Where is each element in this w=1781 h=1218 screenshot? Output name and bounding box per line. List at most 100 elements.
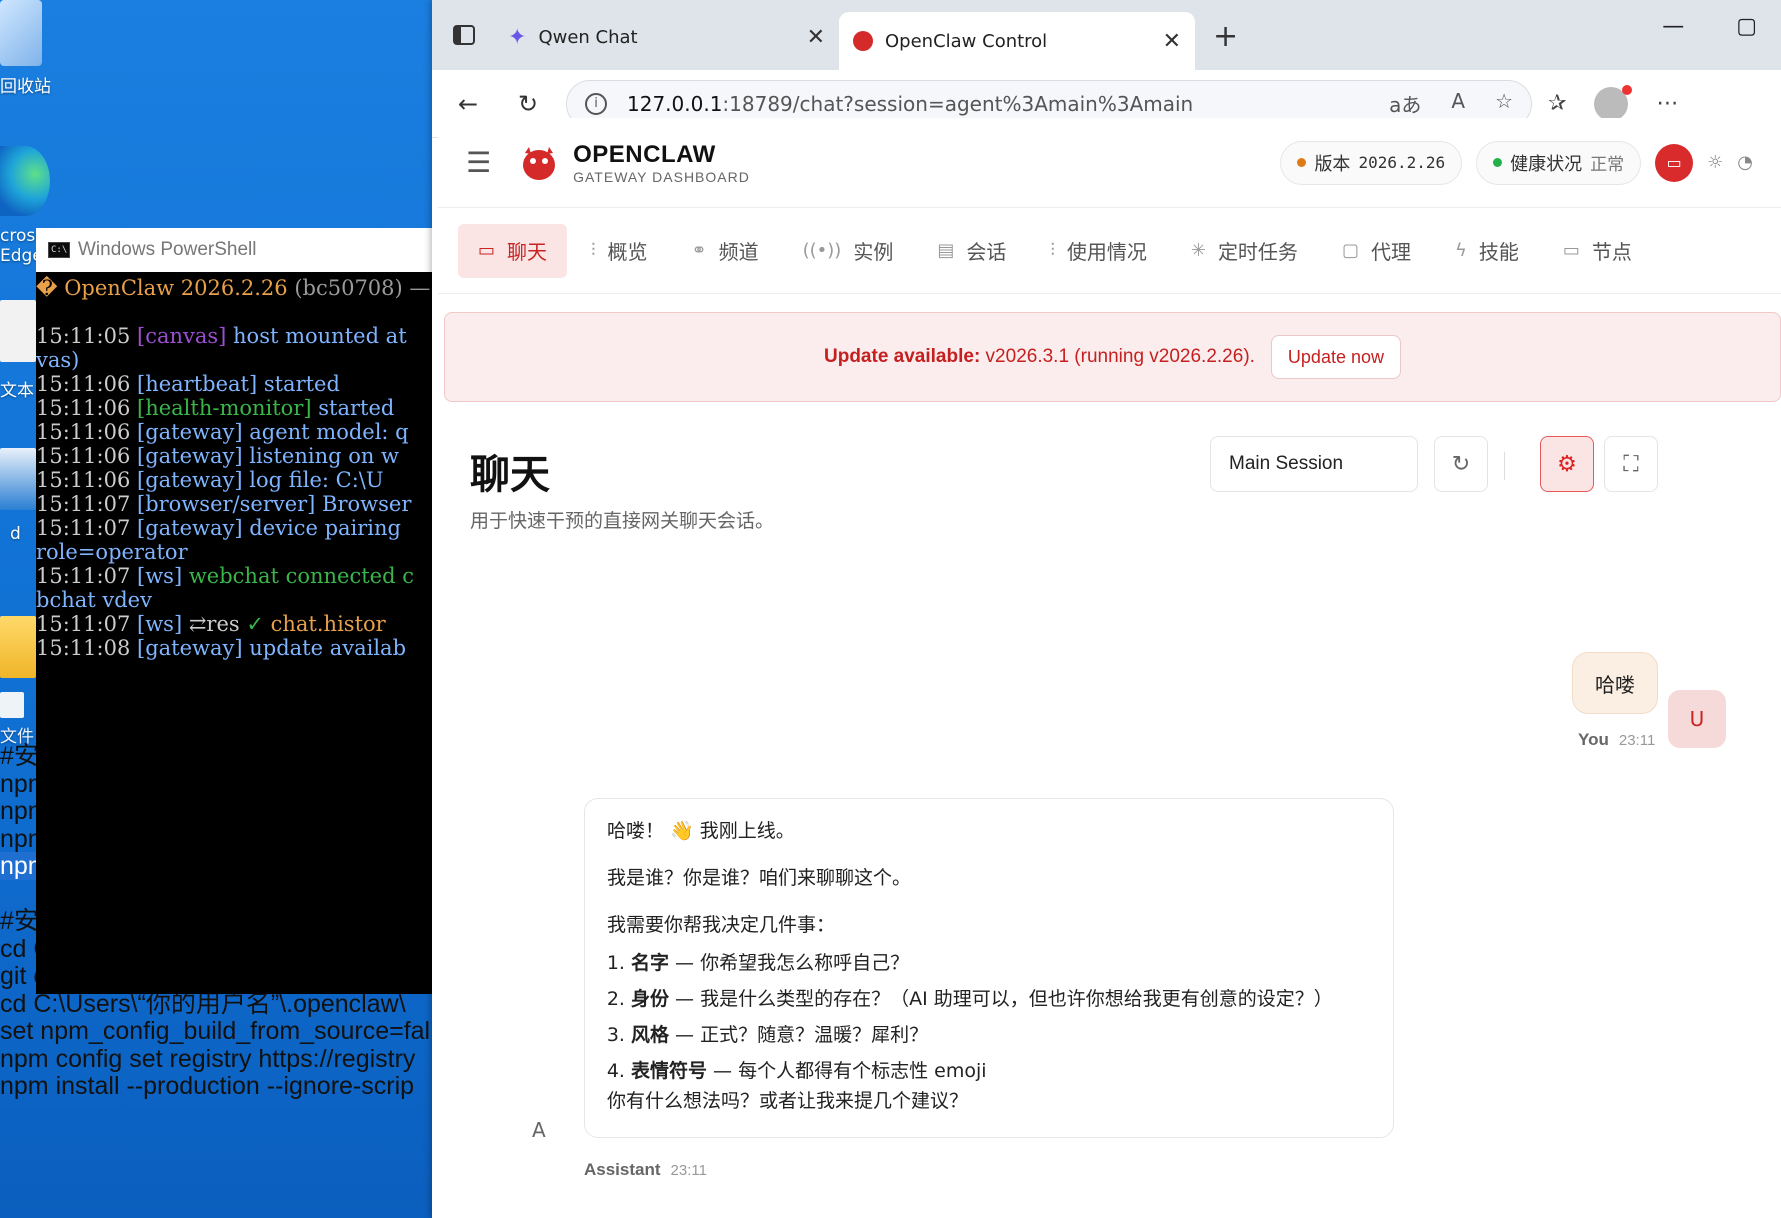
assistant-paragraph: 我需要你帮我决定几件事： [607,914,836,936]
theme-sun-icon[interactable]: ☼ [1707,152,1723,173]
theme-moon-icon[interactable]: ◔ [1737,152,1753,173]
console-segment: ⇄res [182,612,247,636]
user-time: 23:11 [1618,732,1656,749]
console-line: 15:11:08 [gateway] update availab [36,636,432,660]
folder-icon: ▢ [1341,240,1359,261]
favorite-star-icon[interactable]: ☆ [1495,89,1513,118]
console-segment: [gateway] agent model: q [137,420,409,444]
version-pill: 版本 2026.2.26 [1280,140,1463,185]
desktop-icon-label: 回收站 [0,77,51,97]
assistant-paragraph: 哈喽！ 👋 我刚上线。 [607,820,795,842]
translate-icon[interactable]: aあ [1389,89,1421,118]
brand-subtitle: GATEWAY DASHBOARD [573,168,750,185]
nav-tab-chat[interactable]: ▭ 聊天 [458,223,568,278]
desktop-icon-recycle-bin[interactable]: 回收站 [0,0,51,97]
assistant-time: 23:11 [670,1162,707,1179]
powershell-window[interactable]: C:\ Windows PowerShell � OpenClaw 2026.2… [36,228,432,994]
console-segment: 15:11:05 [36,324,137,348]
monitor-icon: ▭ [1562,240,1580,261]
read-aloud-icon[interactable]: A [1451,89,1465,118]
tab-openclaw-control[interactable]: OpenClaw Control ✕ [839,12,1195,70]
url-host: 127.0.0.1 [627,91,723,116]
assistant-list-item: 名字 — 你希望我怎么称呼自己？ [631,949,1371,977]
console-segment: [heartbeat] started [137,372,340,396]
version-label: 版本 [1314,153,1351,175]
console-line: role=operator [36,540,432,564]
console-line: 15:11:06 [health-monitor] started [36,396,432,420]
list-item-text: — 每个人都得有个标志性 emoji [707,1060,987,1082]
console-line: 15:11:05 [canvas] host mounted at [36,324,432,348]
usage-chart-icon: ⫶ [1050,240,1055,261]
close-tab-icon[interactable]: ✕ [1163,29,1181,54]
display-mode-button[interactable]: ▭ [1655,143,1694,182]
tab-qwen-chat[interactable]: ✦ Qwen Chat ✕ [494,12,839,62]
close-tab-icon[interactable]: ✕ [807,25,825,50]
radio-icon: ((•)) [802,240,842,261]
brain-toggle-button[interactable]: ⚙ [1540,436,1594,492]
health-label: 健康状况 [1510,153,1583,175]
tab-actions-icon[interactable] [442,13,486,57]
update-now-button[interactable]: Update now [1270,335,1401,379]
update-message: Update available: v2026.3.1 (running v20… [824,346,1255,368]
user-message-bubble: 哈喽 [1572,652,1658,714]
list-item-title: 风格 [631,1024,670,1046]
console-segment: webchat connected c [182,564,414,588]
site-info-icon[interactable]: i [585,92,607,115]
nav-tab-bar-chart[interactable]: ⫶ 概览 [571,224,668,278]
desktop-icon-edge[interactable]: crosoft Edge [0,146,58,266]
list-item-title: 名字 [631,952,670,974]
desktop-icon-powershell[interactable]: d [0,448,36,544]
powershell-titlebar[interactable]: C:\ Windows PowerShell [36,228,432,272]
nav-tab-loader[interactable]: ✳ 定时任务 [1171,224,1318,278]
console-line: 15:11:06 [gateway] listening on w [36,444,432,468]
session-select[interactable]: Main Session [1210,436,1418,492]
chat-header: 聊天 用于快速干预的直接网关聊天会话。 Main Session ↻ ⚙ ⛶ [438,402,1781,562]
powershell-console[interactable]: � OpenClaw 2026.2.26 (bc50708) — 15:11:0… [36,272,432,660]
file-icon [0,692,24,718]
console-segment: (bc50708) — [294,276,431,300]
desktop-icon-folder[interactable] [0,616,36,678]
nav-tab-lightning[interactable]: ϟ 技能 [1435,224,1539,278]
minimize-icon[interactable]: — [1662,14,1684,39]
openclaw-logo [523,146,556,180]
nav-tab-document[interactable]: ▤ 会话 [917,224,1026,278]
console-segment: ✓ [246,612,264,636]
focus-mode-button[interactable]: ⛶ [1604,436,1658,492]
nav-tab-link[interactable]: ⚭ 频道 [672,224,779,278]
console-segment: started [311,396,395,420]
notepad-line: cd C:\Users\“你的用户名”\.openclaw\ [0,990,432,1019]
text-file-icon [0,300,36,362]
nav-tab-monitor[interactable]: ▭ 节点 [1543,224,1652,278]
console-segment: 15:11:07 [36,516,137,540]
assistant-list-item: 风格 — 正式？随意？温暖？犀利？ [631,1021,1371,1049]
desktop-icon-text-file[interactable]: 文本 [0,300,36,401]
user-author: You [1578,730,1609,749]
profile-avatar[interactable] [1594,84,1633,121]
console-line: � OpenClaw 2026.2.26 (bc50708) — [36,276,432,300]
more-menu-icon[interactable]: ⋯ [1656,91,1678,116]
console-segment: � OpenClaw 2026.2.26 [36,276,295,300]
nav-tab-label: 概览 [607,240,648,264]
console-segment: 15:11:07 [36,612,137,636]
refresh-chat-button[interactable]: ↻ [1434,436,1488,492]
desktop-icon-label: 文本 [0,381,34,401]
qwen-icon: ✦ [508,24,527,50]
window-controls: — ▢ [1662,14,1781,39]
assistant-message-meta: Assistant 23:11 [584,1160,707,1180]
page-subtitle: 用于快速干预的直接网关聊天会话。 [470,510,775,532]
nav-tab-radio[interactable]: ((•)) 实例 [783,224,914,278]
new-tab-icon[interactable]: + [1213,19,1238,54]
favorites-icon[interactable]: ✰ [1548,91,1566,116]
console-segment: 15:11:06 [36,444,137,468]
desktop-icon-file[interactable]: 文件 [0,692,34,747]
toolbar-divider [1504,452,1505,480]
console-segment: host mounted at [226,324,407,348]
nav-tab-usage-chart[interactable]: ⫶ 使用情况 [1030,224,1167,278]
nav-tab-folder[interactable]: ▢ 代理 [1322,224,1431,278]
menu-icon[interactable]: ☰ [466,146,491,179]
assistant-paragraph: 你有什么想法吗？或者让我来提几个建议？ [607,1090,969,1112]
maximize-icon[interactable]: ▢ [1736,14,1757,39]
list-item-text: — 你希望我怎么称呼自己？ [669,952,910,974]
console-segment: 15:11:08 [36,636,137,660]
nav-tab-label: 使用情况 [1066,240,1147,264]
